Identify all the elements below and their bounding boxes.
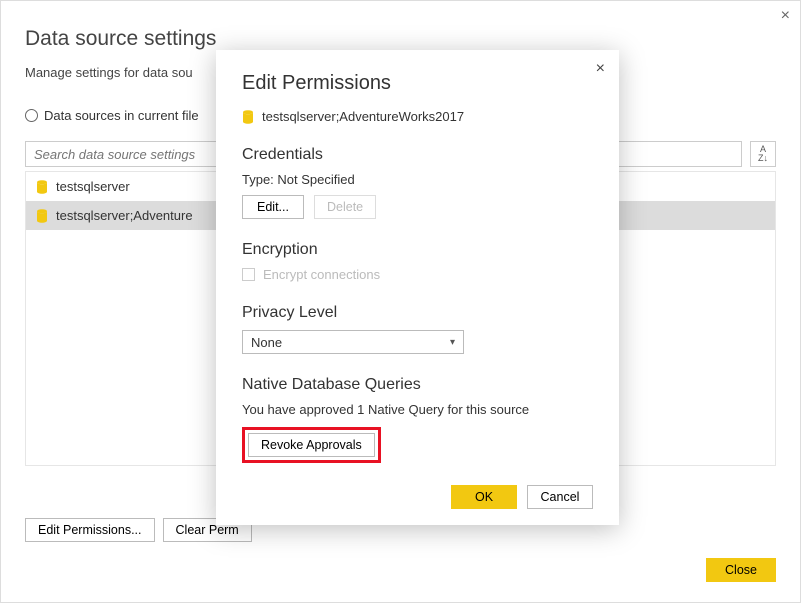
database-icon: [242, 110, 254, 124]
credentials-heading: Credentials: [242, 146, 593, 164]
page-title: Data source settings: [25, 27, 776, 51]
credentials-type: Type: Not Specified: [242, 172, 593, 187]
revoke-highlight: Revoke Approvals: [242, 427, 381, 463]
database-icon: [36, 209, 48, 223]
list-item-label: testsqlserver;Adventure: [56, 208, 193, 223]
encrypt-checkbox-row: Encrypt connections: [242, 267, 593, 282]
source-row: testsqlserver;AdventureWorks2017: [242, 109, 593, 124]
edit-permissions-button[interactable]: Edit Permissions...: [25, 518, 155, 542]
edit-permissions-dialog: × Edit Permissions testsqlserver;Adventu…: [216, 50, 619, 525]
privacy-level-select[interactable]: None ▾: [242, 330, 464, 354]
sort-az-icon: AZ↓: [758, 145, 768, 163]
close-button[interactable]: Close: [706, 558, 776, 582]
encryption-heading: Encryption: [242, 241, 593, 259]
close-icon[interactable]: ×: [781, 7, 790, 25]
cancel-button[interactable]: Cancel: [527, 485, 593, 509]
database-icon: [36, 180, 48, 194]
scope-label: Data sources in current file: [44, 108, 199, 123]
source-name: testsqlserver;AdventureWorks2017: [262, 109, 464, 124]
revoke-approvals-button[interactable]: Revoke Approvals: [248, 433, 375, 457]
close-icon[interactable]: ×: [596, 60, 605, 78]
native-queries-heading: Native Database Queries: [242, 376, 593, 394]
native-queries-text: You have approved 1 Native Query for thi…: [242, 402, 593, 417]
edit-credentials-button[interactable]: Edit...: [242, 195, 304, 219]
dialog-title: Edit Permissions: [242, 72, 593, 95]
checkbox-icon: [242, 268, 255, 281]
encrypt-label: Encrypt connections: [263, 267, 380, 282]
delete-credentials-button: Delete: [314, 195, 376, 219]
privacy-heading: Privacy Level: [242, 304, 593, 322]
list-item-label: testsqlserver: [56, 179, 130, 194]
privacy-value: None: [251, 335, 282, 350]
radio-icon: [25, 109, 38, 122]
chevron-down-icon: ▾: [450, 337, 455, 348]
sort-button[interactable]: AZ↓: [750, 141, 776, 167]
ok-button[interactable]: OK: [451, 485, 517, 509]
